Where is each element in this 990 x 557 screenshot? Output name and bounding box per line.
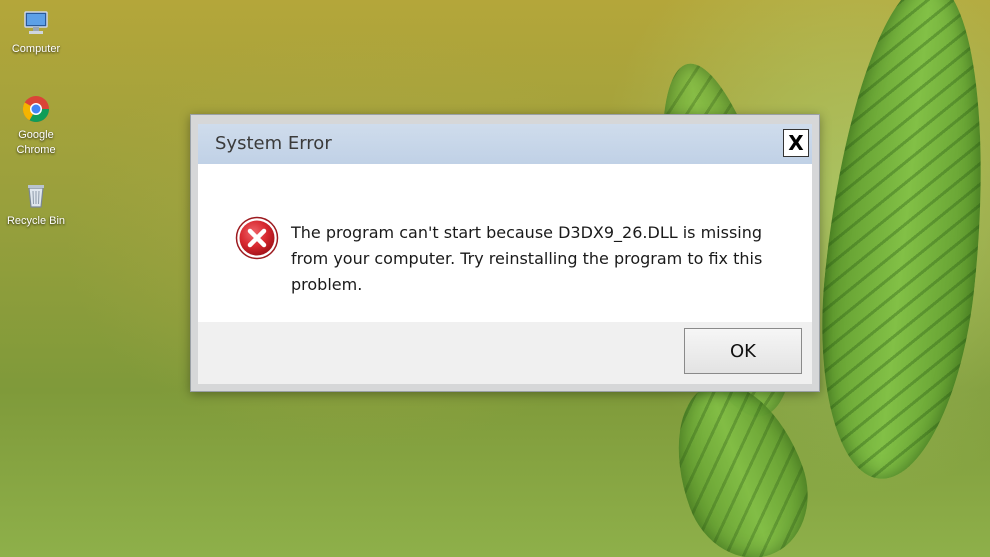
- error-icon: [235, 216, 279, 260]
- dialog-content: The program can't start because D3DX9_26…: [198, 164, 812, 322]
- close-icon: X: [788, 131, 804, 155]
- error-message: The program can't start because D3DX9_26…: [291, 223, 763, 294]
- leaf-decoration: [652, 364, 828, 557]
- system-error-dialog: System Error X The program can't start b…: [190, 114, 820, 392]
- desktop-icon-computer[interactable]: Computer: [0, 8, 72, 57]
- dialog-titlebar[interactable]: System Error X: [198, 124, 812, 164]
- desktop-icon-label: Google Chrome: [16, 129, 56, 156]
- desktop-icon-label: Recycle Bin: [6, 215, 66, 227]
- dialog-title: System Error: [215, 133, 332, 154]
- leaf-decoration: [804, 0, 990, 487]
- dialog-footer: OK: [198, 322, 812, 384]
- chrome-icon: [21, 94, 51, 124]
- recycle-bin-icon: [21, 180, 51, 210]
- desktop-icon-chrome[interactable]: Google Chrome: [0, 94, 72, 158]
- desktop-icon-label: Computer: [11, 43, 61, 55]
- computer-icon: [21, 8, 51, 38]
- close-button[interactable]: X: [783, 129, 809, 157]
- ok-button[interactable]: OK: [684, 328, 802, 374]
- desktop-icon-recycle-bin[interactable]: Recycle Bin: [0, 180, 72, 229]
- desktop: Computer Google Chrome Recycle Bin Syste…: [0, 0, 990, 557]
